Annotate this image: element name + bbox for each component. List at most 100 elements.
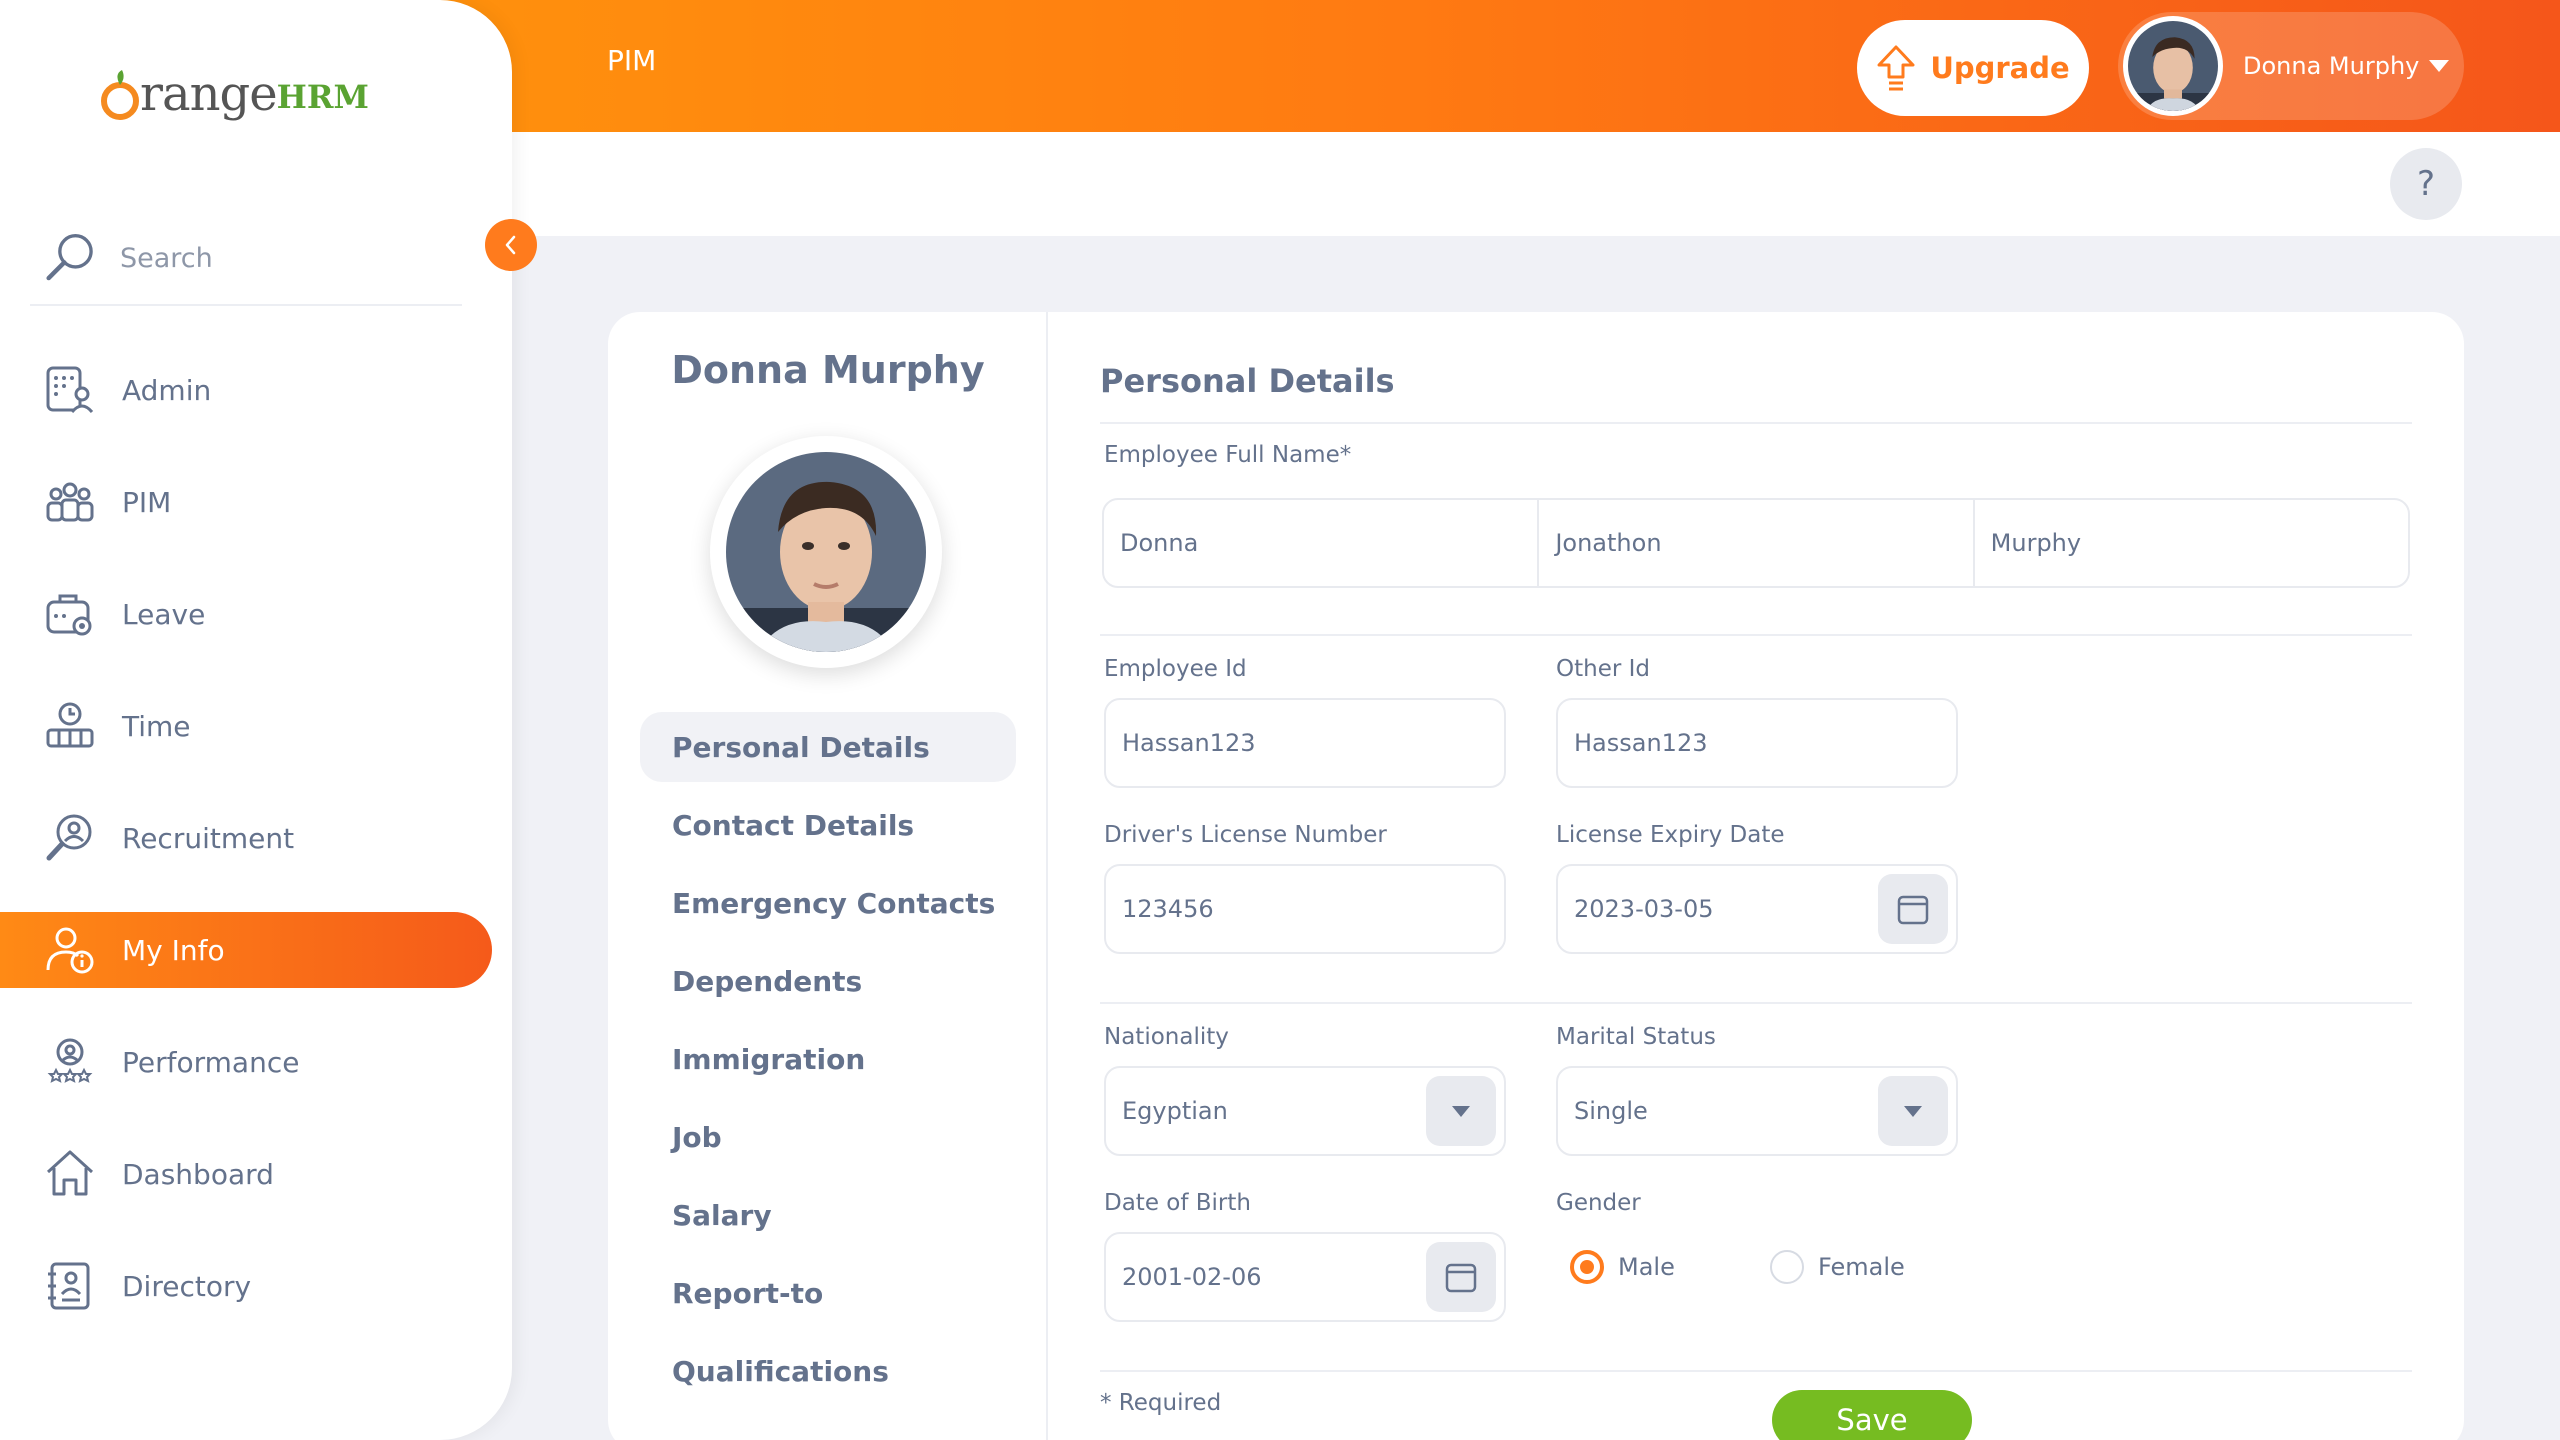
- license-label: Driver's License Number: [1104, 822, 1387, 848]
- calendar-icon: [1897, 895, 1929, 925]
- middle-name-field[interactable]: Jonathon: [1537, 500, 1972, 586]
- help-button[interactable]: ?: [2390, 148, 2462, 220]
- tab-emergency-contacts[interactable]: Emergency Contacts: [640, 868, 1016, 938]
- nationality-select[interactable]: Egyptian: [1104, 1066, 1506, 1156]
- tab-dependents[interactable]: Dependents: [640, 946, 1016, 1016]
- tab-report-to[interactable]: Report-to: [640, 1258, 1016, 1328]
- sidebar-item-label: My Info: [122, 933, 225, 967]
- chevron-down-icon: [2429, 60, 2450, 72]
- sidebar-item-label: Time: [122, 709, 191, 743]
- sidebar-item-time[interactable]: Time: [0, 688, 492, 764]
- dob-label: Date of Birth: [1104, 1190, 1251, 1216]
- employee-name: Donna Murphy: [671, 348, 985, 392]
- marital-status-dropdown-button[interactable]: [1878, 1076, 1948, 1146]
- home-icon: [46, 1150, 94, 1196]
- sidebar-item-directory[interactable]: Directory: [0, 1248, 492, 1324]
- user-menu[interactable]: Donna Murphy: [2118, 12, 2464, 120]
- employee-photo[interactable]: [710, 436, 942, 668]
- gender-female-label: Female: [1818, 1253, 1905, 1281]
- tab-immigration[interactable]: Immigration: [640, 1024, 1016, 1094]
- avatar: [2123, 16, 2223, 116]
- sidebar-item-label: PIM: [122, 485, 172, 519]
- collapse-sidebar-button[interactable]: [485, 219, 537, 271]
- gender-female-radio[interactable]: Female: [1770, 1250, 1905, 1284]
- full-name-group: Donna Jonathon Murphy: [1102, 498, 2410, 588]
- upgrade-arrow-icon: [1877, 45, 1915, 91]
- sidebar-item-label: Performance: [122, 1045, 300, 1079]
- other-id-field[interactable]: Hassan123: [1556, 698, 1958, 788]
- search-input[interactable]: [120, 242, 420, 274]
- employee-id-label: Employee Id: [1104, 656, 1247, 682]
- profile-photo-image: [726, 452, 926, 652]
- chevron-left-icon: [505, 235, 516, 255]
- pim-icon: [46, 482, 94, 522]
- admin-icon: [46, 366, 94, 414]
- date-of-birth-calendar-button[interactable]: [1426, 1242, 1496, 1312]
- radio-unselected-icon: [1770, 1250, 1804, 1284]
- user-name: Donna Murphy: [2243, 52, 2420, 80]
- marital-status-label: Marital Status: [1556, 1024, 1716, 1050]
- divider: [1100, 1002, 2412, 1004]
- marital-status-select[interactable]: Single: [1556, 1066, 1958, 1156]
- nationality-label: Nationality: [1104, 1024, 1229, 1050]
- tab-salary[interactable]: Salary: [640, 1180, 1016, 1250]
- radio-selected-icon: [1570, 1250, 1604, 1284]
- sub-header: [512, 132, 2560, 236]
- tab-personal-details[interactable]: Personal Details: [640, 712, 1016, 782]
- sidebar-item-my-info[interactable]: My Info: [0, 912, 492, 988]
- sidebar-item-recruitment[interactable]: Recruitment: [0, 800, 492, 876]
- nationality-value: Egyptian: [1122, 1097, 1228, 1125]
- date-of-birth-field[interactable]: 2001-02-06: [1104, 1232, 1506, 1322]
- gender-male-label: Male: [1618, 1253, 1675, 1281]
- page-title: PIM: [607, 44, 657, 77]
- sidebar-item-label: Recruitment: [122, 821, 295, 855]
- save-button[interactable]: Save: [1772, 1390, 1972, 1440]
- employee-id-field[interactable]: Hassan123: [1104, 698, 1506, 788]
- sidebar-item-pim[interactable]: PIM: [0, 464, 492, 540]
- license-expiry-value: 2023-03-05: [1574, 895, 1714, 923]
- license-number-field[interactable]: 123456: [1104, 864, 1506, 954]
- gender-label: Gender: [1556, 1190, 1641, 1216]
- my-info-icon: [46, 927, 94, 974]
- calendar-icon: [1445, 1263, 1477, 1293]
- tab-job[interactable]: Job: [640, 1102, 1016, 1172]
- logo: range HRM: [100, 66, 369, 122]
- profile-panel: Donna Murphy Personal Details Contact De…: [608, 312, 1048, 1440]
- recruitment-icon: [46, 814, 92, 861]
- sidebar-search: [30, 212, 462, 306]
- sidebar-item-label: Directory: [122, 1269, 252, 1303]
- tab-qualifications[interactable]: Qualifications: [640, 1336, 1016, 1406]
- sidebar-item-admin[interactable]: Admin: [0, 352, 492, 428]
- other-id-label: Other Id: [1556, 656, 1650, 682]
- sidebar-item-label: Dashboard: [122, 1157, 274, 1191]
- sidebar-item-dashboard[interactable]: Dashboard: [0, 1136, 492, 1212]
- upgrade-button[interactable]: Upgrade: [1857, 20, 2089, 116]
- nationality-dropdown-button[interactable]: [1426, 1076, 1496, 1146]
- leave-icon: [46, 594, 92, 636]
- caret-down-icon: [1452, 1105, 1470, 1117]
- first-name-field[interactable]: Donna: [1104, 500, 1537, 586]
- license-expiry-calendar-button[interactable]: [1878, 874, 1948, 944]
- divider: [1100, 1370, 2412, 1372]
- brand-text: range: [140, 66, 278, 122]
- directory-icon: [48, 1262, 90, 1310]
- full-name-label: Employee Full Name*: [1104, 442, 1352, 468]
- divider: [1100, 422, 2412, 424]
- marital-status-value: Single: [1574, 1097, 1648, 1125]
- gender-male-radio[interactable]: Male: [1570, 1250, 1675, 1284]
- upgrade-label: Upgrade: [1930, 51, 2070, 85]
- search-icon: [46, 234, 93, 281]
- employee-card: Donna Murphy Personal Details Contact De…: [608, 312, 2464, 1440]
- caret-down-icon: [1904, 1105, 1922, 1117]
- required-note: * Required: [1100, 1390, 1222, 1416]
- sidebar-item-performance[interactable]: Performance: [0, 1024, 492, 1100]
- last-name-field[interactable]: Murphy: [1972, 500, 2408, 586]
- sidebar-item-label: Admin: [122, 373, 212, 407]
- tab-contact-details[interactable]: Contact Details: [640, 790, 1016, 860]
- license-expiry-label: License Expiry Date: [1556, 822, 1785, 848]
- section-title: Personal Details: [1100, 362, 1395, 400]
- license-expiry-field[interactable]: 2023-03-05: [1556, 864, 1958, 954]
- brand-hrm: HRM: [276, 78, 369, 116]
- sidebar-item-label: Leave: [122, 597, 206, 631]
- sidebar-item-leave[interactable]: Leave: [0, 576, 492, 652]
